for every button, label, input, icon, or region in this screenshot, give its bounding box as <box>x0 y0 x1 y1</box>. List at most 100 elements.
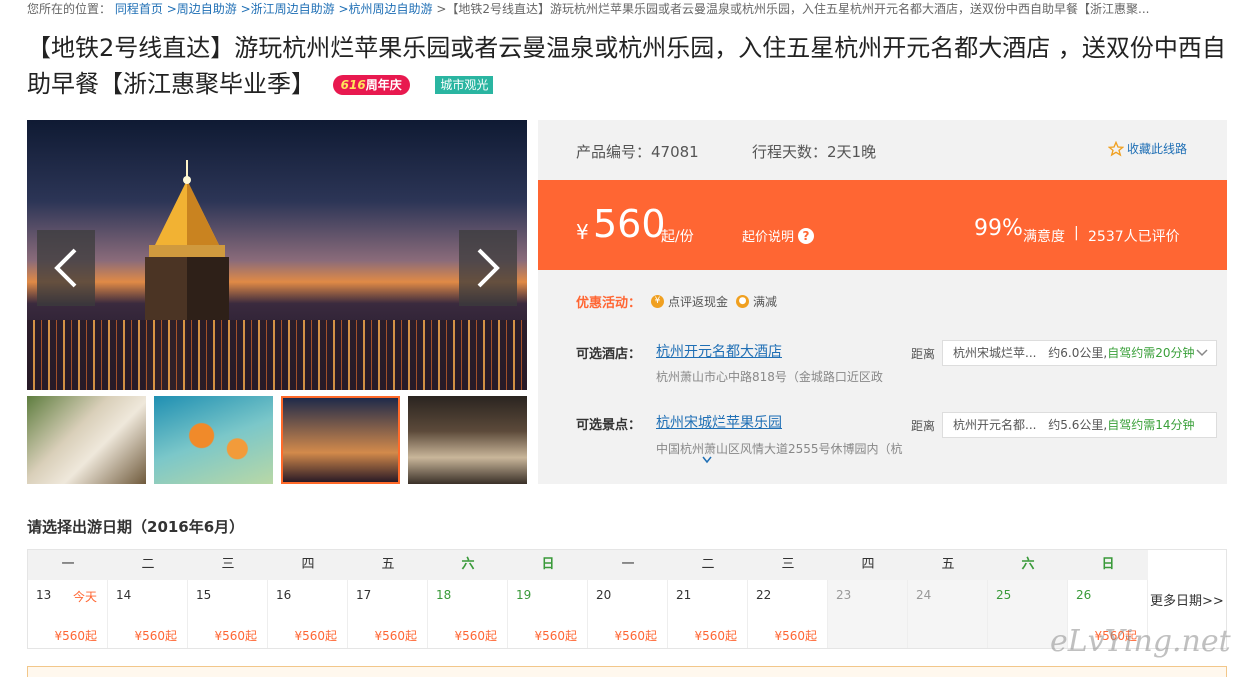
promotion-cashback-label: 点评返现金 <box>668 295 729 309</box>
hero-image <box>27 120 527 390</box>
gallery-prev-button[interactable] <box>37 230 95 306</box>
price-explain-label: 起价说明 <box>742 230 795 245</box>
weekday-label: 日 <box>541 557 555 572</box>
gallery-thumbnails <box>27 396 527 484</box>
spot-address: 中国杭州萧山区风情大道2555号休博园内（杭 <box>656 442 903 456</box>
question-icon: ? <box>798 227 815 244</box>
date-calendar: 一二三四五六日一二三四五六日 13 今天 ¥560起 14 ¥560起 15 ¥560起 16… <box>27 549 1227 649</box>
calendar-day-number: 18 <box>436 588 452 602</box>
calendar-day-number: 17 <box>356 588 372 602</box>
price-currency: ¥ <box>576 220 589 244</box>
promotion-item-discount[interactable]: ● 满减 <box>736 293 777 310</box>
calendar-day-number: 16 <box>276 588 292 602</box>
calendar-day-price: ¥560起 <box>614 629 657 643</box>
weekday-label: 五 <box>941 557 955 572</box>
city-skyline <box>27 320 527 390</box>
weekday-label: 六 <box>461 557 475 572</box>
page-title: 【地铁2号线直达】游玩杭州烂苹果乐园或者云曼温泉或杭州乐园，入住五星杭州开元名都… <box>27 30 1227 102</box>
weekday-label: 二 <box>141 557 155 572</box>
product-info-panel: 产品编号：47081 行程天数：2天1晚 收藏此线路 ¥ 560 起/份 起价说… <box>538 120 1227 484</box>
spot-distance-select[interactable]: 杭州开元名都... 约5.6公里,自驾约需14分钟 <box>942 412 1217 438</box>
calendar-day[interactable]: 22 ¥560起 <box>748 580 828 648</box>
medal-icon: ● <box>736 295 750 308</box>
more-dates-link[interactable]: 更多日期>> <box>1150 590 1224 609</box>
notice-box <box>27 666 1227 677</box>
calendar-day-number: 25 <box>996 588 1012 602</box>
calendar-day[interactable]: 18 ¥560起 <box>428 580 508 648</box>
today-label: 今天 <box>72 590 97 604</box>
review-count[interactable]: 2537人已评价 <box>1088 226 1180 246</box>
calendar-day-price: ¥560起 <box>374 629 417 643</box>
thumbnail-spa[interactable] <box>27 396 146 484</box>
calendar-day-number: 21 <box>676 588 692 602</box>
calendar-day-number: 24 <box>916 588 932 602</box>
calendar-day-price: ¥560起 <box>214 629 257 643</box>
calendar-day[interactable]: 15 ¥560起 <box>188 580 268 648</box>
calendar-day-price: ¥560起 <box>774 629 817 643</box>
product-id: 产品编号：47081 <box>576 143 699 161</box>
breadcrumb-link-nearby[interactable]: >周边自助游 <box>167 2 237 16</box>
weekday-label: 五 <box>381 557 395 572</box>
calendar-day-number: 20 <box>596 588 612 602</box>
promotion-discount-label: 满减 <box>753 295 778 309</box>
thumbnail-interior[interactable] <box>408 396 527 484</box>
weekday-label: 一 <box>61 557 75 572</box>
weekday-label: 四 <box>861 557 875 572</box>
calendar-title: 请选择出游日期（2016年6月） <box>27 518 245 536</box>
product-meta-row: 产品编号：47081 行程天数：2天1晚 收藏此线路 <box>538 120 1227 180</box>
calendar-weekday-header: 一二三四五六日一二三四五六日 <box>28 550 1148 580</box>
calendar-day[interactable]: 13 今天 ¥560起 <box>28 580 108 648</box>
chevron-left-icon <box>54 248 77 288</box>
hotel-name-link[interactable]: 杭州开元名都大酒店 <box>656 341 782 361</box>
spot-name-link[interactable]: 杭州宋城烂苹果乐园 <box>656 412 782 432</box>
calendar-day: 24 <box>908 580 988 648</box>
weekday-label: 日 <box>1101 557 1115 572</box>
hotel-address: 杭州萧山市心中路818号（金城路口近区政 <box>656 370 883 384</box>
calendar-day: 23 <box>828 580 908 648</box>
star-icon <box>1108 140 1124 156</box>
calendar-day-number: 14 <box>116 588 132 602</box>
thumbnail-aquarium[interactable] <box>154 396 273 484</box>
calendar-day[interactable]: 19 ¥560起 <box>508 580 588 648</box>
calendar-day[interactable]: 20 ¥560起 <box>588 580 668 648</box>
favorite-label: 收藏此线路 <box>1127 142 1188 156</box>
spot-distance-km: 约5.6公里, <box>1048 418 1108 432</box>
calendar-day-price: ¥560起 <box>54 629 97 643</box>
category-tag: 城市观光 <box>435 76 494 94</box>
weekday-label: 三 <box>781 557 795 572</box>
weekday-label: 二 <box>701 557 715 572</box>
weekday-label: 四 <box>301 557 315 572</box>
calendar-day[interactable]: 17 ¥560起 <box>348 580 428 648</box>
thumbnail-tower[interactable] <box>281 396 400 484</box>
calendar-day-number: 26 <box>1076 588 1092 602</box>
favorite-link[interactable]: 收藏此线路 <box>1108 140 1187 157</box>
breadcrumb-current: >【地铁2号线直达】游玩杭州烂苹果乐园或者云曼温泉或杭州乐园，入住五星杭州开元名… <box>436 2 1150 16</box>
anniversary-text: 周年庆 <box>365 78 402 92</box>
product-title: 【地铁2号线直达】游玩杭州烂苹果乐园或者云曼温泉或杭州乐园，入住五星杭州开元名都… <box>27 34 1226 98</box>
breadcrumb-link-zhejiang[interactable]: >浙江周边自助游 <box>241 2 335 16</box>
calendar-day-number: 15 <box>196 588 212 602</box>
calendar-day-number: 13 <box>36 588 52 602</box>
hotel-drive-time: 自驾约需20分钟 <box>1107 346 1195 360</box>
hotel-distance-select[interactable]: 杭州宋城烂苹... 约6.0公里,自驾约需20分钟 <box>942 340 1217 366</box>
expand-chevron-icon[interactable] <box>702 456 712 467</box>
promotion-label: 优惠活动： <box>576 296 642 311</box>
breadcrumb-link-home[interactable]: 同程首页 <box>115 2 163 16</box>
hotel-distance-target: 杭州宋城烂苹... <box>953 346 1037 360</box>
gallery-next-button[interactable] <box>459 230 517 306</box>
breadcrumb-link-hangzhou[interactable]: >杭州周边自助游 <box>338 2 432 16</box>
calendar-day-price: ¥560起 <box>454 629 497 643</box>
calendar-day-price: ¥560起 <box>134 629 177 643</box>
calendar-day[interactable]: 21 ¥560起 <box>668 580 748 648</box>
divider: | <box>1074 225 1079 241</box>
breadcrumb: 您所在的位置： 同程首页 >周边自助游 >浙江周边自助游 >杭州周边自助游 >【… <box>27 0 1227 18</box>
calendar-day-number: 19 <box>516 588 532 602</box>
promotion-item-cashback[interactable]: ¥ 点评返现金 <box>651 293 728 310</box>
calendar-day[interactable]: 16 ¥560起 <box>268 580 348 648</box>
price-explain-link[interactable]: 起价说明 ? <box>742 226 815 245</box>
weekday-label: 六 <box>1021 557 1035 572</box>
calendar-day[interactable]: 14 ¥560起 <box>108 580 188 648</box>
price-unit: 起/份 <box>661 229 694 245</box>
chevron-right-icon <box>477 248 500 288</box>
calendar-days: 13 今天 ¥560起 14 ¥560起 15 ¥560起 16 ¥560起 17 ¥560起 18 ¥… <box>28 580 1148 648</box>
